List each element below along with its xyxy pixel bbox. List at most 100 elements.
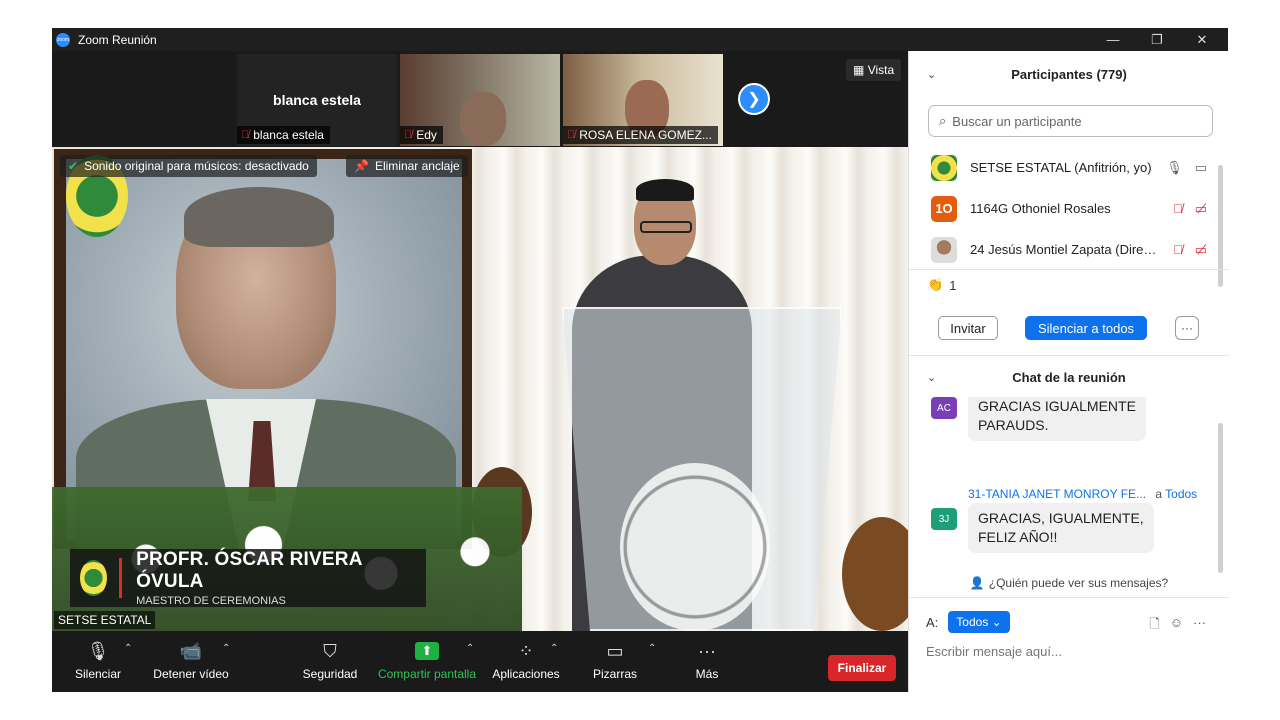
participant-list: SETSE ESTATAL (Anfitrión, yo) 🎙 ▭ 1O 116…	[909, 147, 1229, 270]
tile-display-name: blanca estela	[273, 92, 361, 108]
avatar: 1O	[931, 195, 957, 222]
search-icon: ⌕	[939, 113, 947, 128]
avatar	[931, 236, 957, 263]
video-camera-icon[interactable]: ▭	[1195, 160, 1207, 176]
microphone-icon[interactable]: 🎙	[1166, 160, 1183, 176]
mic-muted-icon[interactable]: 🎙̸	[1173, 242, 1183, 258]
chevron-down-icon: ⌄	[991, 615, 1002, 629]
chat-header: ⌄ Chat de la reunión	[927, 369, 1126, 385]
mute-button[interactable]: 🎙 Silenciar	[74, 639, 122, 681]
file-icon[interactable]: 🗋	[1149, 615, 1159, 637]
chat-scrollbar[interactable]	[1218, 423, 1223, 573]
video-off-icon[interactable]: ▭̸	[1195, 201, 1207, 217]
original-sound-badge[interactable]: ✔ Sonido original para músicos: desactiv…	[60, 155, 317, 177]
portrait-painting	[66, 159, 462, 549]
active-speaker-name: SETSE ESTATAL	[54, 611, 156, 629]
grid-icon: ▦	[853, 63, 865, 77]
podium-emblem	[620, 463, 770, 631]
participant-row[interactable]: 24 Jesús Montiel Zapata (Direc... 🎙̸ ▭̸	[909, 229, 1229, 270]
participants-more-button[interactable]: ···	[1175, 316, 1199, 340]
shield-icon: ⛉	[323, 641, 337, 661]
share-options-chevron-icon[interactable]: ⌃	[466, 643, 474, 654]
apps-options-chevron-icon[interactable]: ⌃	[550, 643, 558, 654]
glasses	[640, 221, 692, 233]
avatar	[931, 154, 957, 181]
more-dots-icon: ···	[698, 641, 716, 661]
participants-header: ⌄ Participantes (779)	[927, 66, 1127, 82]
gallery-strip: blanca estela 🎙̸ blanca estela 🎙̸ Edy 🎙̸…	[52, 51, 908, 147]
main-video: ✔ Sonido original para músicos: desactiv…	[52, 147, 908, 631]
mute-all-button[interactable]: Silenciar a todos	[1025, 316, 1147, 340]
emoji-icon[interactable]: ☺	[1170, 615, 1183, 637]
apps-icon: ⁘	[518, 641, 534, 661]
side-panel: ⌄ Participantes (779) ⌕ Buscar un partic…	[908, 51, 1229, 692]
tile-name-tag: 🎙̸ blanca estela	[237, 126, 330, 144]
chat-bubble: GRACIAS IGUALMENTE PARAUDS.	[968, 397, 1146, 441]
whiteboards-button[interactable]: ▭ Pizarras	[592, 639, 638, 681]
zoom-window: zoom Zoom Reunión — ❐ ✕ blanca estela 🎙̸…	[52, 28, 1229, 692]
meeting-area: blanca estela 🎙̸ blanca estela 🎙̸ Edy 🎙̸…	[52, 51, 908, 692]
tile-name-tag: 🎙̸ ROSA ELENA GOMEZ...	[563, 126, 718, 144]
minimize-button[interactable]: —	[1090, 28, 1136, 51]
next-page-arrow-icon[interactable]: ❯	[738, 83, 770, 115]
chat-message: AC GRACIAS IGUALMENTE PARAUDS.	[931, 397, 1146, 441]
chat-recipient-row: A: Todos ⌄	[926, 611, 1010, 633]
lower-third-name: PROFR. ÓSCAR RIVERA ÓVULA	[136, 549, 362, 592]
audio-options-chevron-icon[interactable]: ⌃	[124, 643, 132, 654]
chat-sender-line: 31-TANIA JANET MONROY FE... a Todos	[968, 487, 1198, 501]
recipient-dropdown[interactable]: Todos ⌄	[948, 611, 1010, 633]
end-meeting-button[interactable]: Finalizar	[828, 655, 896, 681]
video-off-icon[interactable]: ▭̸	[1195, 242, 1207, 258]
close-button[interactable]: ✕	[1179, 28, 1225, 51]
lower-third-banner: PROFR. ÓSCAR RIVERA ÓVULA MAESTRO DE CER…	[70, 549, 426, 607]
video-camera-icon: 📹	[179, 641, 203, 661]
more-button[interactable]: ··· Más	[692, 639, 722, 681]
title-bar: zoom Zoom Reunión — ❐ ✕	[52, 28, 1228, 51]
mic-muted-icon: 🎙̸	[404, 129, 413, 141]
microphone-icon: 🎙	[86, 641, 110, 661]
participant-tile-blanca[interactable]: blanca estela 🎙̸ blanca estela	[237, 54, 397, 146]
chat-message-input[interactable]	[926, 641, 1206, 661]
zoom-logo-icon: zoom	[56, 32, 70, 47]
restore-button[interactable]: ❐	[1134, 28, 1180, 51]
chat-message: 3J GRACIAS, IGUALMENTE, FELIZ AÑO!!	[931, 503, 1154, 553]
share-screen-icon: ⬆	[415, 642, 439, 660]
setse-logo	[80, 560, 108, 596]
reaction-counter: 👏 1	[927, 277, 957, 293]
mic-muted-icon: 🎙̸	[567, 129, 576, 141]
chat-tools: 🗋 ☺ ···	[1149, 615, 1206, 637]
chat-bubble: GRACIAS, IGUALMENTE, FELIZ AÑO!!	[968, 503, 1154, 553]
participant-row[interactable]: 1O 1164G Othoniel Rosales 🎙̸ ▭̸	[909, 188, 1229, 229]
meeting-toolbar: 🎙 Silenciar ⌃ 📹 Detener vídeo ⌃ ⛉ Seguri…	[52, 631, 908, 692]
lower-third-role: MAESTRO DE CEREMONIAS	[136, 595, 286, 607]
who-can-see-link[interactable]: 👤 ¿Quién puede ver sus mensajes?	[909, 576, 1229, 590]
collapse-chevron-icon[interactable]: ⌄	[927, 371, 936, 384]
clapping-hands-icon: 👏	[927, 277, 944, 292]
shield-check-icon: ✔	[68, 159, 79, 173]
avatar: AC	[931, 397, 957, 419]
view-button[interactable]: ▦ Vista	[846, 59, 902, 81]
collapse-chevron-icon[interactable]: ⌄	[927, 68, 936, 81]
invite-button[interactable]: Invitar	[938, 316, 998, 340]
mic-muted-icon: 🎙̸	[241, 129, 250, 141]
share-screen-button[interactable]: ⬆ Compartir pantalla	[377, 639, 477, 681]
participant-row[interactable]: SETSE ESTATAL (Anfitrión, yo) 🎙 ▭	[909, 147, 1229, 188]
tile-name-tag: 🎙̸ Edy	[400, 126, 443, 144]
video-options-chevron-icon[interactable]: ⌃	[222, 643, 230, 654]
participant-video	[460, 92, 506, 146]
participant-tile-edy[interactable]: 🎙̸ Edy	[400, 54, 560, 146]
participant-tile-rosa[interactable]: 🎙̸ ROSA ELENA GOMEZ...	[563, 54, 723, 146]
person-lock-icon: 👤	[969, 576, 985, 590]
unpin-button[interactable]: 📌 Eliminar anclaje	[346, 155, 468, 177]
whiteboard-icon: ▭	[606, 641, 624, 661]
chat-sender-name[interactable]: 31-TANIA JANET MONROY FE...	[968, 487, 1148, 501]
window-title: Zoom Reunión	[78, 32, 157, 47]
more-dots-icon[interactable]: ···	[1193, 615, 1206, 637]
stop-video-button[interactable]: 📹 Detener vídeo	[152, 639, 230, 681]
mic-muted-icon[interactable]: 🎙̸	[1173, 201, 1183, 217]
participant-search-input[interactable]: ⌕ Buscar un participante	[928, 105, 1213, 137]
avatar: 3J	[931, 508, 957, 530]
security-button[interactable]: ⛉ Seguridad	[302, 639, 358, 681]
pin-icon: 📌	[354, 159, 369, 173]
whiteboard-options-chevron-icon[interactable]: ⌃	[648, 643, 656, 654]
